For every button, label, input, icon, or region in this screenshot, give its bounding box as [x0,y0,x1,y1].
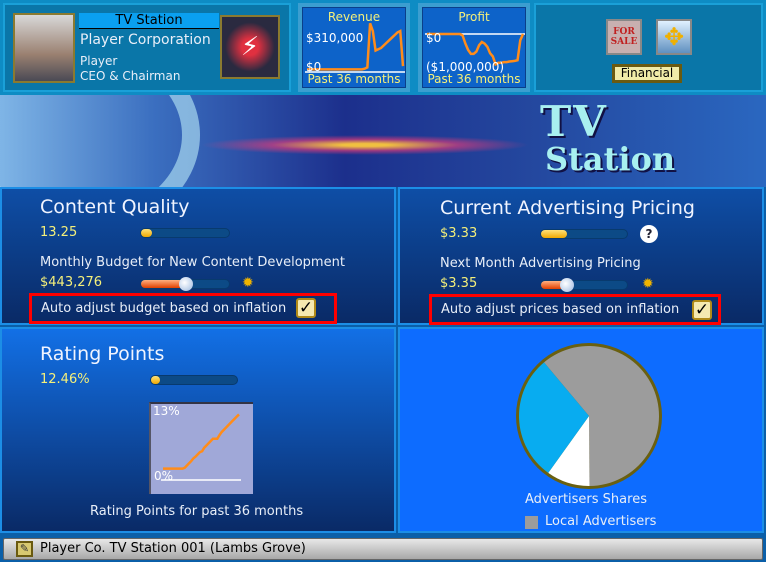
budget-value: $443,276 [40,275,102,290]
sparkline-series [163,414,239,468]
top-bar: TV Station Player Corporation Player CEO… [0,0,766,95]
banner-dots-decoration [200,135,530,155]
ad-pricing-title: Current Advertising Pricing [440,197,695,219]
budget-slider[interactable] [140,279,230,289]
next-pricing-value: $3.35 [440,276,477,291]
station-banner: TV Station [0,95,766,187]
ad-pricing-bar [540,229,628,239]
legend-swatch [525,516,538,529]
player-role: CEO & Chairman [80,69,180,83]
advertisers-panel: Advertisers Shares Local Advertisers [398,327,764,533]
help-icon[interactable]: ? [640,225,658,243]
actions-panel: FOR SALE ✥ Financial [534,3,763,92]
ad-pricing-value: $3.33 [440,226,477,241]
banner-title-tv: TV [540,97,608,146]
rating-points-panel: Rating Points 12.46% 13% 0% Rating Point… [0,327,396,533]
status-bar: ✎ Player Co. TV Station 001 (Lambs Grove… [3,538,763,560]
revenue-widget[interactable]: Revenue $310,000 $0 Past 36 months [298,3,410,92]
satellite-dish-image [0,95,200,187]
rating-caption: Rating Points for past 36 months [90,504,303,519]
rating-bottom-label: 0% [154,469,173,483]
profit-period: Past 36 months [423,72,525,86]
move-button[interactable]: ✥ [656,19,692,55]
auto-adjust-prices-checkbox[interactable]: ✓ [692,300,712,320]
profit-widget[interactable]: Profit $0 ($1,000,000) Past 36 months [418,3,530,92]
status-text: Player Co. TV Station 001 (Lambs Grove) [40,541,306,556]
revenue-top-label: $310,000 [306,31,363,45]
content-quality-value: 13.25 [40,225,77,240]
content-quality-title: Content Quality [40,196,190,218]
banner-title-station: Station [545,140,675,178]
budget-label: Monthly Budget for New Content Developme… [40,255,345,270]
revenue-period: Past 36 months [303,72,405,86]
profit-top-label: $0 [426,31,441,45]
next-pricing-label: Next Month Advertising Pricing [440,256,641,271]
for-sale-button[interactable]: FOR SALE [606,19,642,55]
auto-adjust-prices-label: Auto adjust prices based on inflation [441,302,679,317]
auto-adjust-budget-label: Auto adjust budget based on inflation [41,301,286,316]
rating-bar [150,375,238,385]
legend-label: Local Advertisers [545,514,656,529]
category-label: TV Station [79,13,219,29]
rename-pencil-icon[interactable]: ✎ [16,541,33,557]
pricing-settings-gear-icon[interactable]: ✹ [642,276,654,292]
rating-top-label: 13% [153,404,180,418]
advertisers-caption: Advertisers Shares [525,492,647,507]
player-name: Player [80,54,117,68]
player-panel: TV Station Player Corporation Player CEO… [3,3,291,92]
next-pricing-slider[interactable] [540,280,628,290]
financial-button[interactable]: Financial [612,64,682,83]
rating-chart: 13% 0% [149,402,253,494]
budget-settings-gear-icon[interactable]: ✹ [242,275,254,291]
rating-title: Rating Points [40,343,164,365]
advertising-pricing-panel: Current Advertising Pricing $3.33 ? Next… [398,187,764,325]
auto-adjust-prices-row: Auto adjust prices based on inflation ✓ [429,294,721,325]
auto-adjust-budget-row: Auto adjust budget based on inflation ✓ [29,293,337,324]
content-quality-bar [140,228,230,238]
content-quality-panel: Content Quality 13.25 Monthly Budget for… [0,187,396,325]
auto-adjust-budget-checkbox[interactable]: ✓ [296,298,316,318]
company-name: Player Corporation [80,32,211,48]
budget-slider-handle[interactable] [179,277,193,291]
company-logo[interactable]: ⚡ [220,15,280,79]
advertisers-pie-chart [514,341,664,491]
move-arrows-icon: ✥ [664,23,684,51]
rating-value: 12.46% [40,372,90,387]
next-pricing-slider-handle[interactable] [560,278,574,292]
player-portrait[interactable] [13,13,75,83]
